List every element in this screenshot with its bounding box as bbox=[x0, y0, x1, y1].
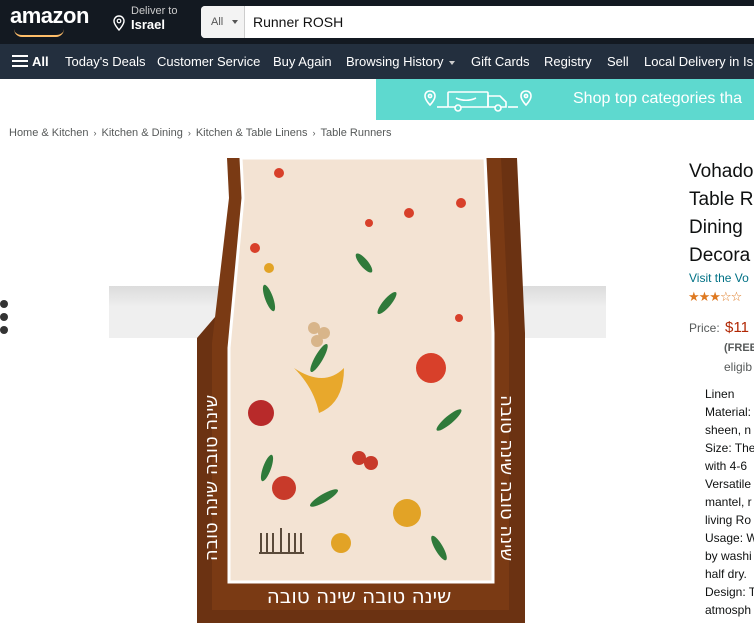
image-text-side-right: שינה טובה שינה טובה bbox=[496, 395, 517, 561]
feature-bullet-cont: by washi bbox=[705, 549, 752, 563]
delivery-truck-icon bbox=[424, 90, 532, 112]
breadcrumb-item[interactable]: Table Runners bbox=[321, 127, 392, 139]
nav-registry[interactable]: Registry bbox=[544, 54, 592, 69]
nav-buy-again[interactable]: Buy Again bbox=[273, 54, 332, 69]
deliver-to-location: Israel bbox=[131, 17, 165, 32]
nav-browsing-history[interactable]: Browsing History bbox=[346, 54, 455, 69]
chevron-down-icon bbox=[232, 20, 238, 24]
feature-bullet-cont: living Ro bbox=[705, 513, 752, 527]
product-title-line: Decora bbox=[689, 245, 751, 266]
feature-bullet: Linen bbox=[705, 385, 754, 403]
price-label: Price: bbox=[689, 321, 720, 335]
feature-bullet: Size: The bbox=[705, 441, 754, 455]
amazon-smile-icon bbox=[14, 29, 64, 37]
search-category-label: All bbox=[211, 16, 224, 28]
product-title-line: Dining bbox=[689, 217, 743, 238]
location-pin-icon bbox=[113, 15, 125, 31]
product-title-line: Vohado bbox=[689, 161, 754, 182]
product-title-line: Table R bbox=[689, 189, 754, 210]
image-text-side-left: שינה טובה שינה טובה bbox=[201, 395, 222, 561]
nav-customer-service[interactable]: Customer Service bbox=[157, 54, 260, 69]
search-bar: All bbox=[201, 6, 754, 38]
feature-bullet: Versatile bbox=[705, 475, 754, 493]
top-header: amazon Deliver to Israel All bbox=[0, 0, 754, 44]
hamburger-menu-icon[interactable] bbox=[12, 55, 28, 67]
nav-gift-cards[interactable]: Gift Cards bbox=[471, 54, 530, 69]
feature-bullet: Usage: W bbox=[705, 531, 754, 545]
promo-text: Shop top categories tha bbox=[573, 90, 743, 107]
chevron-down-icon bbox=[448, 60, 455, 65]
feature-bullet-cont: with 4-6 bbox=[705, 459, 748, 473]
chevron-right-icon: › bbox=[93, 128, 97, 138]
breadcrumb-item[interactable]: Home & Kitchen bbox=[9, 127, 88, 139]
feature-bullet-cont: half dry. bbox=[705, 567, 747, 581]
nav-local-delivery[interactable]: Local Delivery in Isr bbox=[644, 54, 754, 69]
store-link[interactable]: Visit the Vo bbox=[689, 271, 749, 285]
chevron-right-icon: › bbox=[187, 128, 191, 138]
promo-banner[interactable]: Shop top categories tha bbox=[376, 79, 754, 120]
feature-bullet-cont: mantel, r bbox=[705, 495, 752, 509]
breadcrumb-item[interactable]: Kitchen & Table Linens bbox=[196, 127, 308, 139]
price-value: $11 bbox=[725, 319, 749, 336]
product-title: Vohado Table R Dining Decora bbox=[689, 158, 754, 270]
eligible-text: eligib bbox=[724, 360, 753, 374]
image-text-bottom: שינה טובה שינה טובה bbox=[267, 584, 452, 608]
feature-bullet: Material: bbox=[705, 403, 754, 421]
breadcrumb: Home & Kitchen › Kitchen & Dining › Kitchen … bbox=[9, 127, 391, 139]
rating-stars-icon[interactable]: ★★★☆☆ bbox=[688, 289, 742, 305]
free-delivery-label: (FREE bbox=[724, 342, 754, 354]
chevron-right-icon: › bbox=[312, 128, 316, 138]
nav-sell[interactable]: Sell bbox=[607, 54, 629, 69]
feature-bullet-cont: atmosph bbox=[705, 603, 752, 617]
nav-todays-deals[interactable]: Today's Deals bbox=[65, 54, 146, 69]
product-image[interactable]: שינה טובה שינה טובה שינה טובה שינה טובה … bbox=[109, 158, 606, 628]
search-input[interactable] bbox=[253, 6, 743, 38]
search-category-select[interactable]: All bbox=[201, 6, 245, 38]
feature-bullet-cont: sheen, n bbox=[705, 423, 752, 437]
nav-browsing-history-label: Browsing History bbox=[346, 54, 444, 69]
nav-all[interactable]: All bbox=[32, 54, 49, 69]
breadcrumb-item[interactable]: Kitchen & Dining bbox=[101, 127, 182, 139]
nav-bar: All Today's Deals Customer Service Buy A… bbox=[0, 44, 754, 79]
thumbnail-more-icon[interactable] bbox=[0, 300, 8, 340]
amazon-logo[interactable]: amazon bbox=[10, 3, 89, 29]
feature-bullets: Linen Material: sheen, n Size: The with … bbox=[705, 385, 754, 619]
deliver-to-label: Deliver to bbox=[131, 5, 178, 17]
feature-bullet: Design: T bbox=[705, 585, 754, 599]
